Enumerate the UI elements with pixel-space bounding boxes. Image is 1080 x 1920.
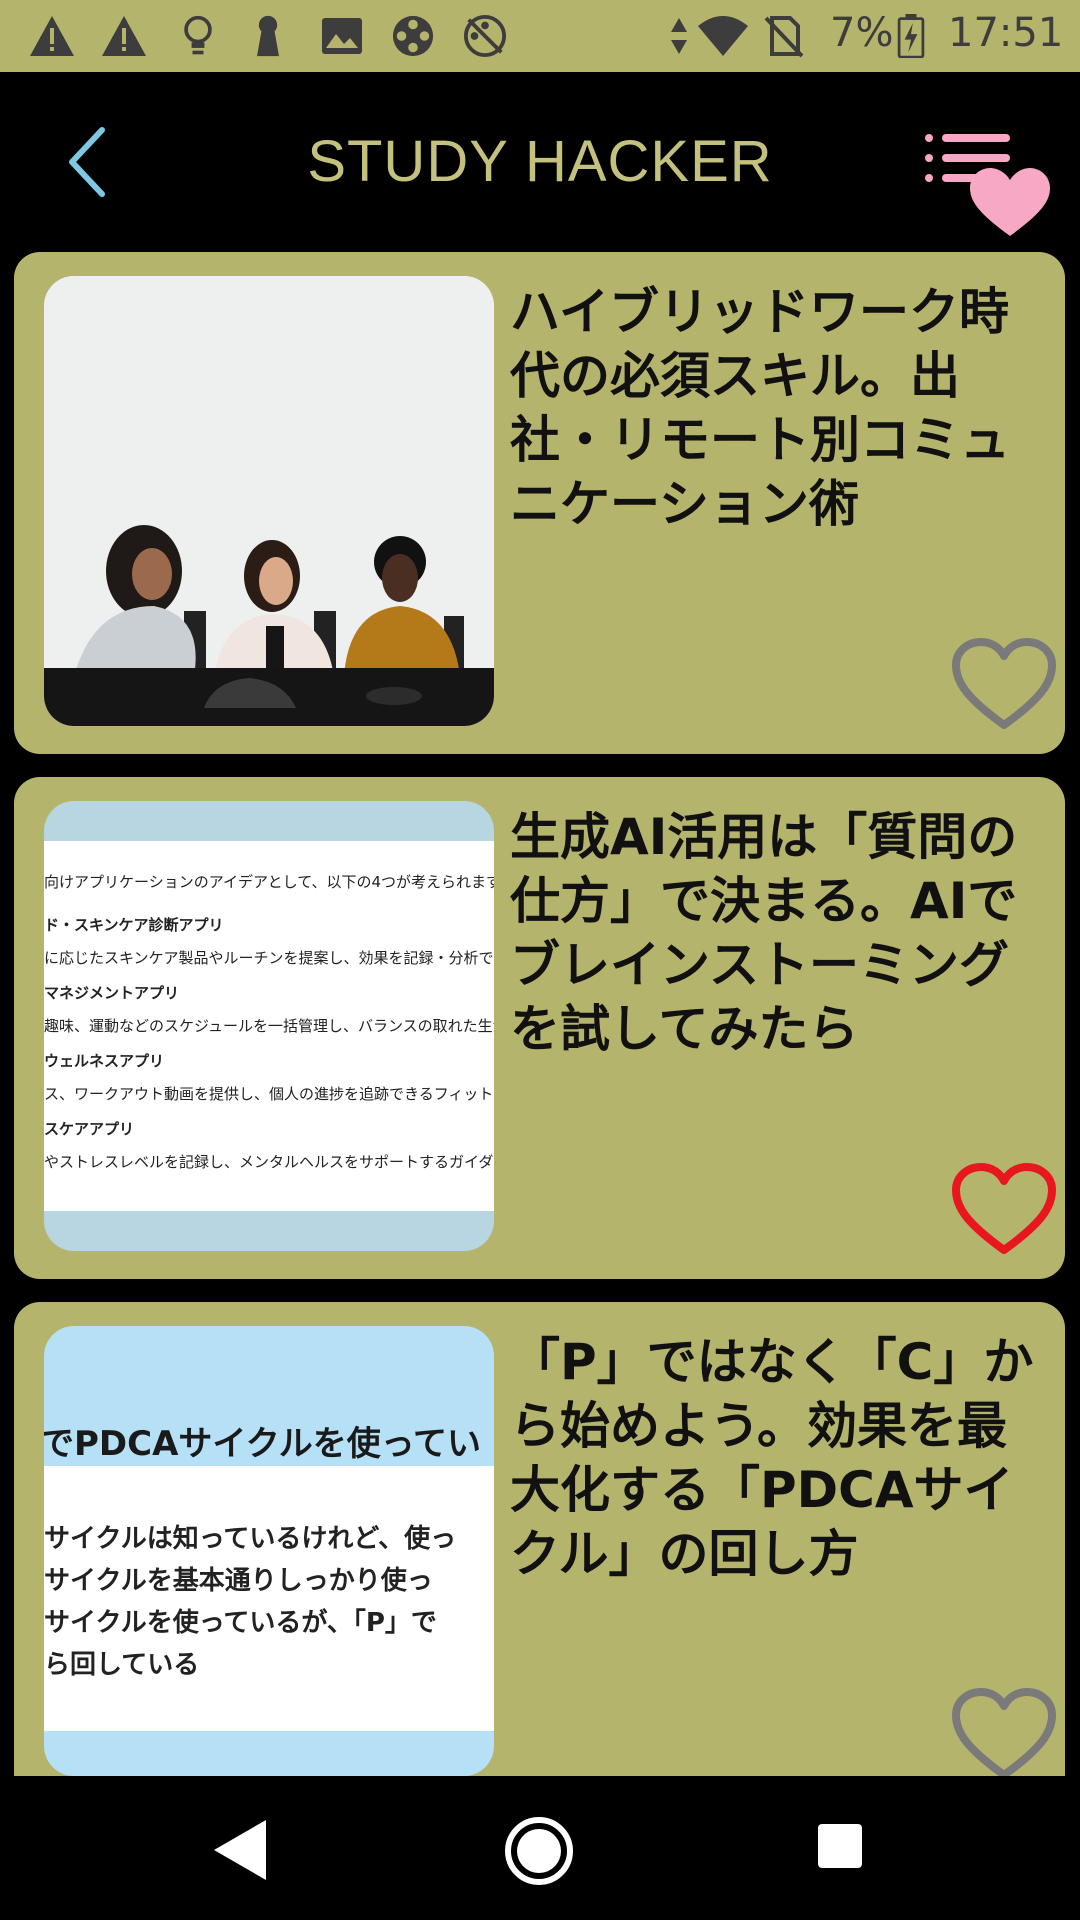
article-feed[interactable]: ハイブリッドワーク時代の必須スキル。出社・リモート別コミュニケーション術 向けア… [0, 250, 1080, 1776]
thumbnail-document: サイクルは知っているけれど、使っ サイクルを基本通りしっかり使っ サイクルを使っ… [44, 1466, 494, 1731]
lightbulb-icon [184, 15, 212, 55]
article-title[interactable]: 「P」ではなく「C」から始めよう。効果を最大化する「PDCAサイクル」の回し方 [510, 1330, 1050, 1586]
status-bar: 7% 17:51 [0, 0, 1080, 72]
wifi-icon [698, 16, 748, 56]
heart-filled-outline-icon [952, 1163, 1056, 1254]
article-thumbnail: 向けアプリケーションのアイデアとして、以下の4つが考えられます。 ド・スキンケア… [44, 801, 494, 1251]
heart-outline-icon [952, 1688, 1056, 1776]
nav-back-triangle-icon [214, 1820, 266, 1880]
clock: 17:51 [948, 10, 1064, 56]
app-header: STUDY HACKER [0, 72, 1080, 250]
article-card[interactable]: でPDCAサイクルを使ってい サイクルは知っているけれど、使っ サイクルを基本通… [14, 1302, 1065, 1776]
nav-back-button[interactable] [210, 1816, 270, 1884]
image-icon [322, 18, 362, 54]
article-thumbnail: でPDCAサイクルを使ってい サイクルは知っているけれど、使っ サイクルを基本通… [44, 1326, 494, 1776]
warning-icon [30, 16, 74, 56]
nav-recents-square-icon [818, 1824, 862, 1868]
favorite-button[interactable] [950, 1687, 1058, 1776]
thumbnail-document: 向けアプリケーションのアイデアとして、以下の4つが考えられます。 ド・スキンケア… [44, 841, 494, 1211]
battery-charging-icon [897, 14, 925, 58]
favorite-button[interactable] [950, 637, 1058, 733]
nav-home-button[interactable] [504, 1816, 574, 1886]
article-title[interactable]: ハイブリッドワーク時代の必須スキル。出社・リモート別コミュニケーション術 [510, 280, 1050, 536]
article-card[interactable]: ハイブリッドワーク時代の必須スキル。出社・リモート別コミュニケーション術 [14, 252, 1065, 754]
favorite-button[interactable] [950, 1162, 1058, 1258]
warning-icon [102, 16, 146, 56]
page-title: STUDY HACKER [307, 129, 773, 194]
article-title[interactable]: 生成AI活用は「質問の仕方」で決まる。AIでブレインストーミングを試してみたら [510, 805, 1050, 1061]
film-off-icon [463, 14, 507, 58]
favorites-list-button[interactable] [920, 128, 1050, 238]
article-card[interactable]: 向けアプリケーションのアイデアとして、以下の4つが考えられます。 ド・スキンケア… [14, 777, 1065, 1279]
nav-home-circle-icon [505, 1817, 573, 1885]
no-sim-icon [764, 16, 804, 58]
film-reel-icon [392, 15, 434, 57]
favorites-list-icon [925, 134, 1050, 236]
keyhole-icon [257, 15, 279, 57]
battery-percentage: 7% [830, 10, 894, 56]
system-nav-bar [0, 1776, 1080, 1920]
data-arrows-icon [671, 18, 687, 54]
nav-recents-button[interactable] [816, 1822, 864, 1870]
heart-outline-icon [952, 638, 1056, 729]
article-thumbnail [44, 276, 494, 726]
photo-three-women-meeting [44, 276, 494, 726]
